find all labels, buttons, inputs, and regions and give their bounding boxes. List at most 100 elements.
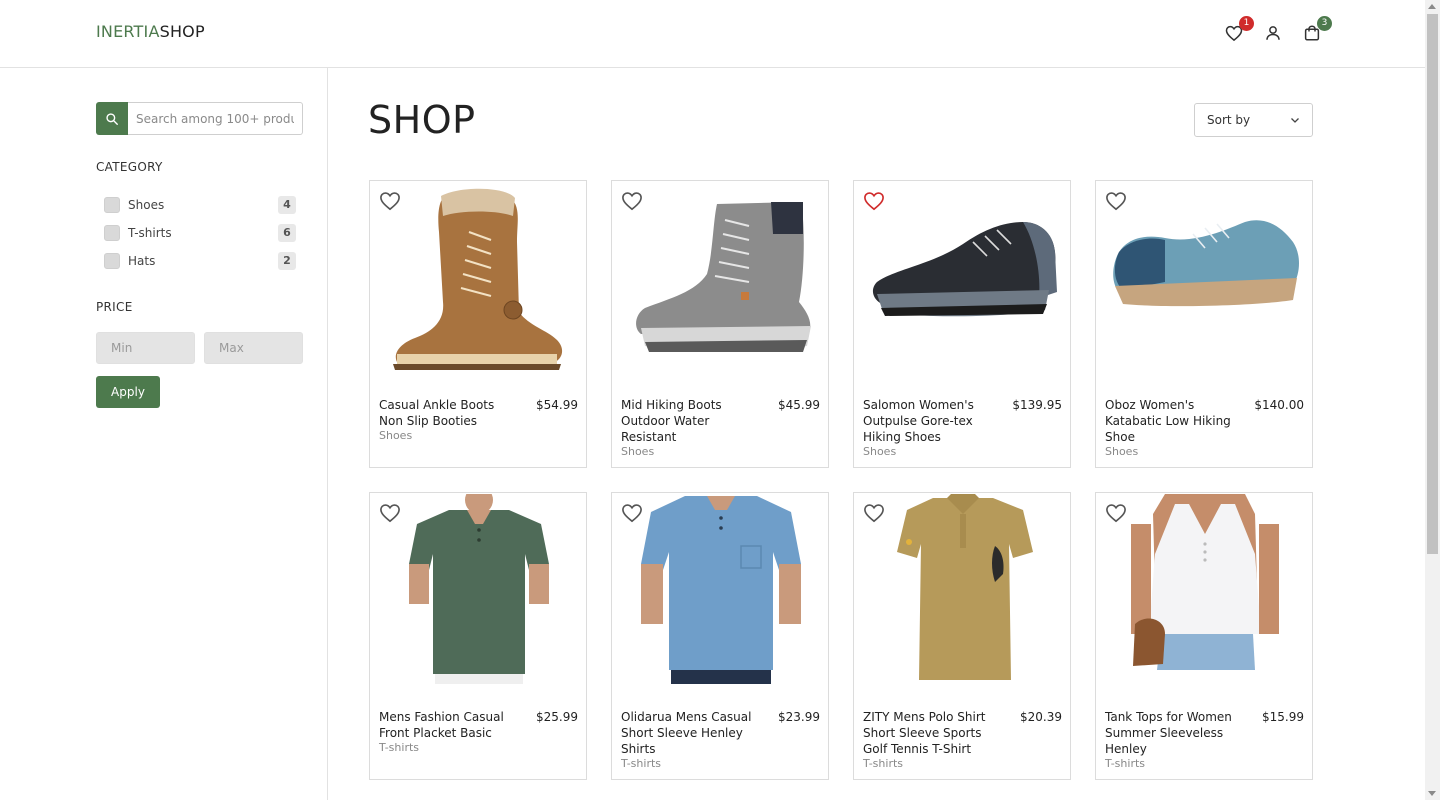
- scroll-down-arrow[interactable]: [1428, 791, 1436, 796]
- product-category: T-shirts: [379, 741, 420, 754]
- product-price: $25.99: [536, 710, 578, 724]
- checkbox[interactable]: [104, 253, 120, 269]
- product-price: $15.99: [1262, 710, 1304, 724]
- brown-ankle-boot-image: [393, 188, 563, 370]
- account-button[interactable]: [1262, 22, 1284, 44]
- search-bar: [96, 102, 303, 135]
- category-heading: CATEGORY: [96, 160, 163, 174]
- product-category: Shoes: [621, 445, 655, 458]
- price-heading: PRICE: [96, 300, 133, 314]
- sort-dropdown[interactable]: Sort by: [1194, 103, 1313, 137]
- wishlist-button[interactable]: 1: [1223, 16, 1254, 44]
- checkbox[interactable]: [104, 197, 120, 213]
- product-category: Shoes: [1105, 445, 1139, 458]
- product-card[interactable]: Olidarua Mens Casual Short Sleeve Henley…: [611, 492, 829, 780]
- black-hiking-shoe-image: [872, 222, 1057, 317]
- heart-icon: [622, 504, 642, 523]
- product-name[interactable]: Olidarua Mens Casual Short Sleeve Henley…: [621, 709, 761, 757]
- product-category: Shoes: [379, 429, 413, 442]
- product-image[interactable]: [371, 181, 587, 373]
- product-category: T-shirts: [1105, 757, 1146, 770]
- grey-hiking-boot-image: [636, 202, 811, 352]
- product-price: $23.99: [778, 710, 820, 724]
- page-title: SHOP: [368, 98, 476, 142]
- logo[interactable]: INERTIASHOP: [96, 22, 205, 41]
- price-max-input[interactable]: [204, 332, 303, 364]
- top-header: INERTIASHOP 1 3: [0, 0, 1425, 68]
- product-price: $45.99: [778, 398, 820, 412]
- green-henley-shirt-image: [409, 494, 549, 684]
- product-name[interactable]: ZITY Mens Polo Shirt Short Sleeve Sports…: [863, 709, 1003, 757]
- category-option-shoes[interactable]: Shoes 4: [104, 196, 296, 214]
- product-card[interactable]: Mens Fashion Casual Front Placket Basic …: [369, 492, 587, 780]
- product-image[interactable]: [1097, 493, 1313, 685]
- product-image[interactable]: [371, 493, 587, 685]
- product-name[interactable]: Mens Fashion Casual Front Placket Basic: [379, 709, 519, 741]
- product-image[interactable]: [613, 181, 829, 373]
- heart-icon: [380, 504, 400, 523]
- category-label: T-shirts: [128, 226, 172, 240]
- category-count: 6: [278, 224, 296, 242]
- product-name[interactable]: Casual Ankle Boots Non Slip Booties: [379, 397, 519, 429]
- favorite-toggle[interactable]: [1105, 503, 1129, 525]
- product-card[interactable]: Salomon Women's Outpulse Gore-tex Hiking…: [853, 180, 1071, 468]
- price-min-input[interactable]: [96, 332, 195, 364]
- favorite-toggle[interactable]: [379, 191, 403, 213]
- product-category: Shoes: [863, 445, 897, 458]
- search-input[interactable]: [128, 102, 303, 135]
- product-card[interactable]: ZITY Mens Polo Shirt Short Sleeve Sports…: [853, 492, 1071, 780]
- filter-sidebar: CATEGORY Shoes 4 T-shirts 6 Hats 2 PRICE…: [0, 68, 328, 800]
- product-image[interactable]: [855, 493, 1071, 685]
- heart-filled-icon: [864, 192, 884, 211]
- category-label: Shoes: [128, 198, 165, 212]
- search-button[interactable]: [96, 102, 128, 135]
- favorite-toggle[interactable]: [863, 503, 887, 525]
- logo-part-shop: SHOP: [159, 22, 205, 41]
- heart-icon: [380, 192, 400, 211]
- logo-part-inertia: INERTIA: [96, 22, 160, 41]
- favorite-toggle[interactable]: [621, 191, 645, 213]
- khaki-polo-shirt-image: [897, 494, 1033, 680]
- product-price: $139.95: [1012, 398, 1062, 412]
- category-option-hats[interactable]: Hats 2: [104, 252, 296, 270]
- category-count: 2: [278, 252, 296, 270]
- product-image[interactable]: [613, 493, 829, 685]
- cart-count-badge: 3: [1317, 16, 1332, 31]
- wishlist-count-badge: 1: [1239, 16, 1254, 31]
- checkbox[interactable]: [104, 225, 120, 241]
- product-image[interactable]: [855, 181, 1071, 373]
- product-card[interactable]: Casual Ankle Boots Non Slip Booties $54.…: [369, 180, 587, 468]
- heart-icon: [1106, 192, 1126, 211]
- heart-icon: [864, 504, 884, 523]
- favorite-toggle[interactable]: [863, 191, 887, 213]
- blue-hiking-shoe-image: [1113, 220, 1299, 307]
- scroll-up-arrow[interactable]: [1428, 4, 1436, 9]
- product-name[interactable]: Mid Hiking Boots Outdoor Water Resistant: [621, 397, 761, 445]
- product-card[interactable]: Tank Tops for Women Summer Sleeveless He…: [1095, 492, 1313, 780]
- heart-icon: [1106, 504, 1126, 523]
- white-tank-top-image: [1131, 494, 1279, 670]
- product-price: $54.99: [536, 398, 578, 412]
- product-category: T-shirts: [863, 757, 904, 770]
- scroll-thumb[interactable]: [1427, 14, 1438, 554]
- product-image[interactable]: [1097, 181, 1313, 373]
- product-name[interactable]: Tank Tops for Women Summer Sleeveless He…: [1105, 709, 1245, 757]
- product-name[interactable]: Salomon Women's Outpulse Gore-tex Hiking…: [863, 397, 1003, 445]
- blue-henley-shirt-image: [641, 496, 801, 684]
- apply-button[interactable]: Apply: [96, 376, 160, 408]
- search-icon: [106, 112, 118, 125]
- product-category: T-shirts: [621, 757, 662, 770]
- favorite-toggle[interactable]: [379, 503, 403, 525]
- sort-label: Sort by: [1207, 113, 1251, 127]
- product-price: $140.00: [1254, 398, 1304, 412]
- category-option-tshirts[interactable]: T-shirts 6: [104, 224, 296, 242]
- product-card[interactable]: Oboz Women's Katabatic Low Hiking Shoe $…: [1095, 180, 1313, 468]
- product-card[interactable]: Mid Hiking Boots Outdoor Water Resistant…: [611, 180, 829, 468]
- category-count: 4: [278, 196, 296, 214]
- heart-icon: [622, 192, 642, 211]
- product-name[interactable]: Oboz Women's Katabatic Low Hiking Shoe: [1105, 397, 1245, 445]
- cart-button[interactable]: 3: [1301, 16, 1332, 44]
- favorite-toggle[interactable]: [621, 503, 645, 525]
- favorite-toggle[interactable]: [1105, 191, 1129, 213]
- page-scrollbar[interactable]: [1425, 0, 1440, 800]
